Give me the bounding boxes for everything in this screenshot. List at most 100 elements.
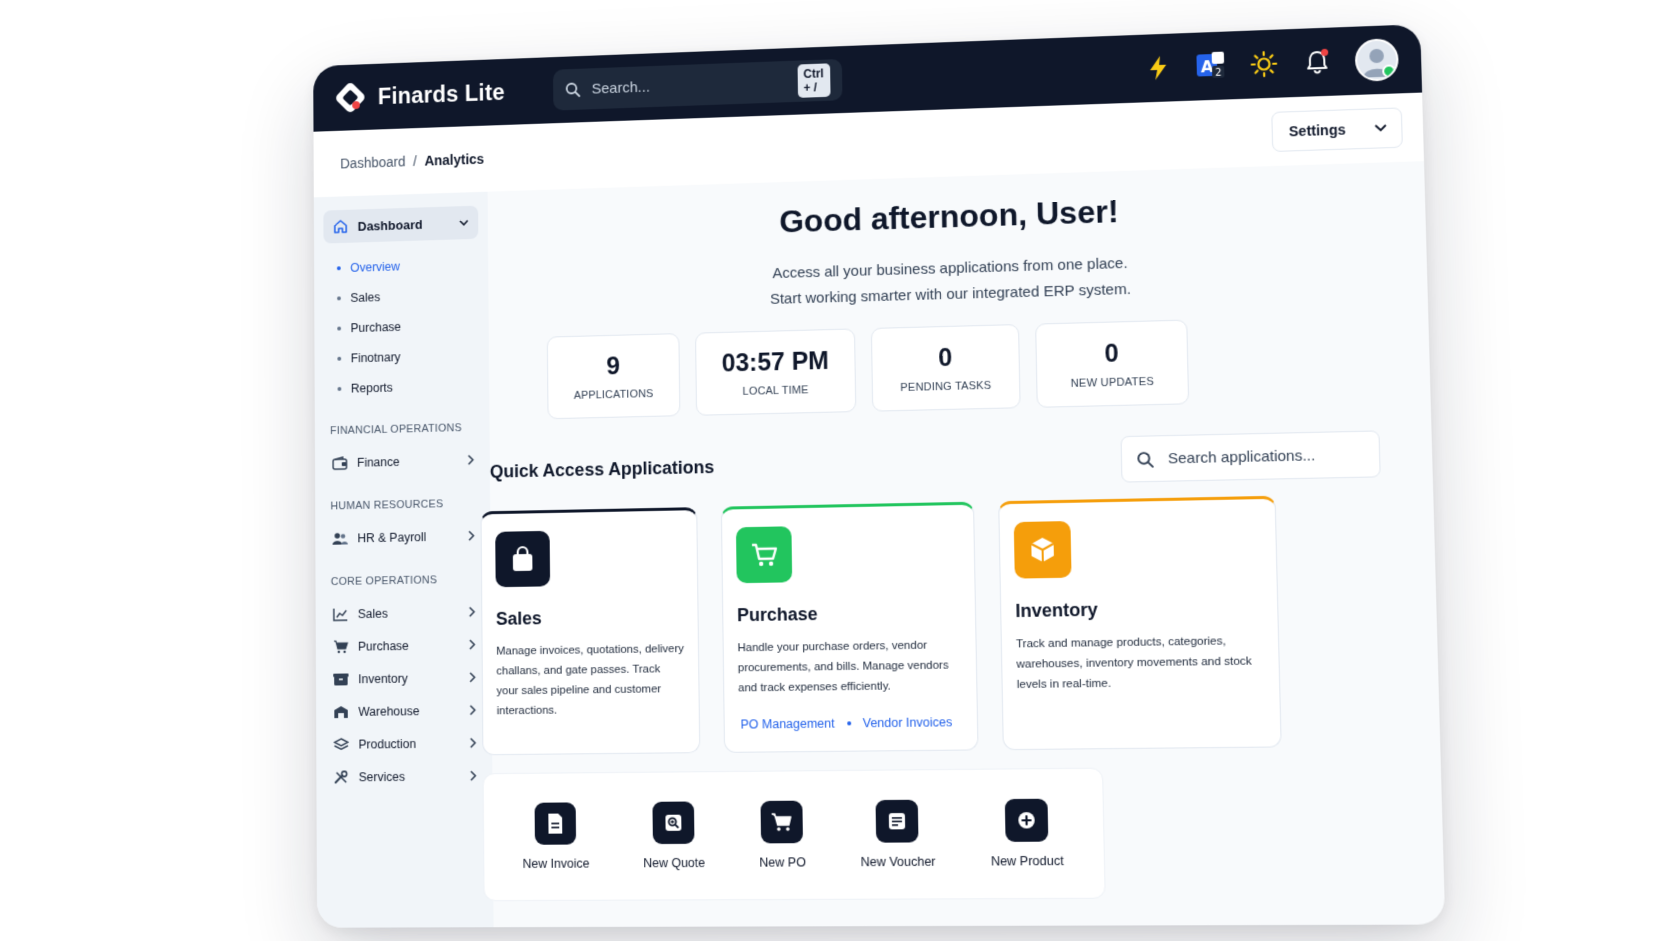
settings-button[interactable]: Settings [1271,107,1403,153]
quick-action-new-quote[interactable]: New Quote [643,801,705,870]
tools-icon [334,770,349,784]
quick-action-label: New Invoice [522,856,590,871]
quick-action-new-product[interactable]: New Product [990,798,1064,869]
app-window: Finards Lite Ctrl + / A2 [313,24,1446,928]
vendor-invoices-link[interactable]: Vendor Invoices [863,715,953,730]
sidebar-item-label: Inventory [358,671,408,686]
app-card-inventory[interactable]: Inventory Track and manage products, cat… [998,495,1282,751]
quick-action-label: New Product [990,853,1064,869]
warehouse-icon [333,705,348,719]
sidebar-item-label: Sales [357,606,388,621]
brand-logo[interactable]: Finards Lite [334,75,505,114]
quick-action-new-voucher[interactable]: New Voucher [860,799,936,870]
chevron-down-icon [1374,124,1387,132]
sidebar-item-dashboard[interactable]: Dashboard [323,205,479,244]
chevron-right-icon [470,737,477,748]
sidebar-item-hr-payroll[interactable]: HR & Payroll [325,519,481,554]
svg-text:2: 2 [1215,68,1222,79]
quick-actions-bar: New Invoice New Quote New PO New Voucher… [482,767,1106,902]
bullet-icon [337,326,342,331]
online-status-dot [1382,64,1396,78]
chevron-down-icon [459,219,469,226]
breadcrumb-root[interactable]: Dashboard [340,154,405,172]
stat-value: 9 [606,351,621,380]
stat-card-applications: 9 APPLICATIONS [546,333,681,420]
sidebar-item-label: Purchase [357,638,409,654]
po-management-link[interactable]: PO Management [740,716,834,731]
sidebar-item-finance[interactable]: Finance [324,443,480,479]
app-card-description: Track and manage products, categories, w… [1015,635,1252,692]
stat-card-pending-tasks: 0 PENDING TASKS [870,324,1021,412]
sidebar-item-label: Warehouse [358,703,420,719]
avatar[interactable] [1354,38,1399,82]
sun-icon[interactable] [1248,49,1279,80]
sidebar-item-sales[interactable]: Sales [325,595,481,630]
bell-icon[interactable] [1301,47,1333,78]
stat-value: 03:57 PM [721,346,830,378]
stat-label: APPLICATIONS [573,387,654,402]
stats-row: 9 APPLICATIONS 03:57 PM LOCAL TIME 0 PEN… [546,319,1190,420]
quick-action-new-po[interactable]: New PO [759,800,806,870]
stat-card-new-updates: 0 NEW UPDATES [1035,319,1190,408]
sidebar-subitem-overview[interactable]: Overview [336,249,479,283]
users-icon [332,531,348,545]
stat-card-local-time: 03:57 PM LOCAL TIME [695,328,857,416]
sidebar-subitem-label: Overview [350,259,401,275]
section-label-human-resources: HUMAN RESOURCES [330,498,444,513]
sidebar-item-warehouse[interactable]: Warehouse [326,694,483,729]
wallet-icon [332,456,347,470]
stat-value: 0 [938,343,953,372]
sidebar-item-label: Production [358,736,417,752]
chevron-right-icon [468,454,475,465]
sidebar: Dashboard Overview Sales Purchase Finotn… [313,191,494,928]
app-card-title: Purchase [736,603,818,626]
app-search[interactable] [1120,430,1381,483]
home-icon [333,219,348,235]
plus-circle-icon [1004,798,1049,842]
section-label-financial-operations: FINANCIAL OPERATIONS [330,422,462,438]
lightning-icon[interactable] [1143,52,1174,83]
chevron-right-icon [469,606,476,617]
language-icon[interactable]: A2 [1195,51,1226,82]
app-card-description: Handle your purchase orders, vendor proc… [737,639,949,695]
chevron-right-icon [468,530,475,541]
search-shortcut-badge: Ctrl + / [797,63,831,98]
sidebar-item-inventory[interactable]: Inventory [325,661,482,696]
app-search-input[interactable] [1165,444,1376,469]
section-label-core-operations: CORE OPERATIONS [330,574,438,588]
main-content: Good afternoon, User! Access all your bu… [480,161,1446,927]
quick-action-new-invoice[interactable]: New Invoice [522,802,589,871]
breadcrumb: Dashboard / Analytics [340,151,484,171]
sidebar-subitem-sales[interactable]: Sales [337,279,479,313]
app-card-title: Sales [495,608,542,629]
sidebar-subitem-purchase[interactable]: Purchase [337,309,479,343]
search-input[interactable] [589,72,788,99]
breadcrumb-separator: / [413,153,417,169]
chevron-right-icon [469,639,476,650]
quick-action-label: New PO [759,855,806,870]
global-search[interactable]: Ctrl + / [552,58,843,111]
logo-icon [334,81,367,115]
sidebar-item-purchase[interactable]: Purchase [325,628,481,663]
breadcrumb-current: Analytics [424,150,485,169]
cart-icon [760,800,804,844]
app-card-purchase[interactable]: Purchase Handle your purchase orders, ve… [720,501,979,753]
invoice-icon [534,802,577,845]
sidebar-subitem-label: Sales [350,289,381,305]
quote-icon [652,801,695,845]
sidebar-item-services[interactable]: Services [326,759,483,793]
box-icon [333,672,349,686]
sidebar-subitem-label: Finotnary [350,349,401,365]
bullet-icon [337,356,342,361]
sidebar-subitem-reports[interactable]: Reports [337,370,479,404]
quick-action-label: New Voucher [860,854,936,870]
sidebar-item-production[interactable]: Production [326,726,483,760]
search-icon [564,81,580,97]
sidebar-item-label: HR & Payroll [357,529,427,545]
cube-icon [1013,521,1072,579]
stat-value: 0 [1104,338,1119,368]
app-card-sales[interactable]: Sales Manage invoices, quotations, deliv… [480,507,701,756]
sidebar-subitem-finotnary[interactable]: Finotnary [337,339,479,373]
shopping-bag-icon [495,530,551,588]
bullet-icon [336,265,341,270]
